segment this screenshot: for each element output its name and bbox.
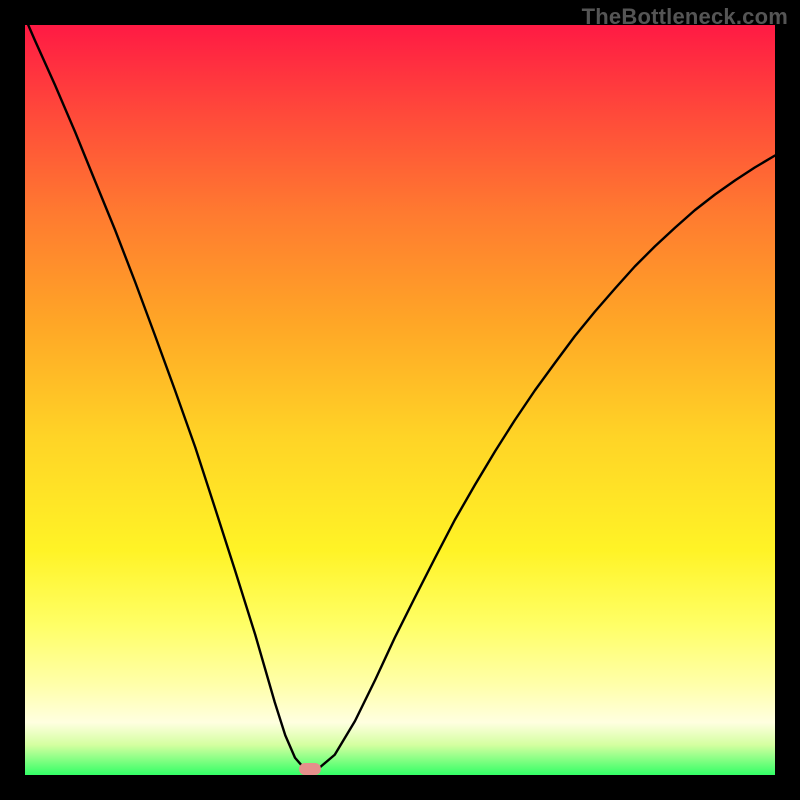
bottleneck-curve-path	[25, 18, 775, 772]
watermark-label: TheBottleneck.com	[582, 4, 788, 30]
bottleneck-curve-svg	[25, 25, 775, 775]
optimal-point-marker	[299, 763, 321, 775]
